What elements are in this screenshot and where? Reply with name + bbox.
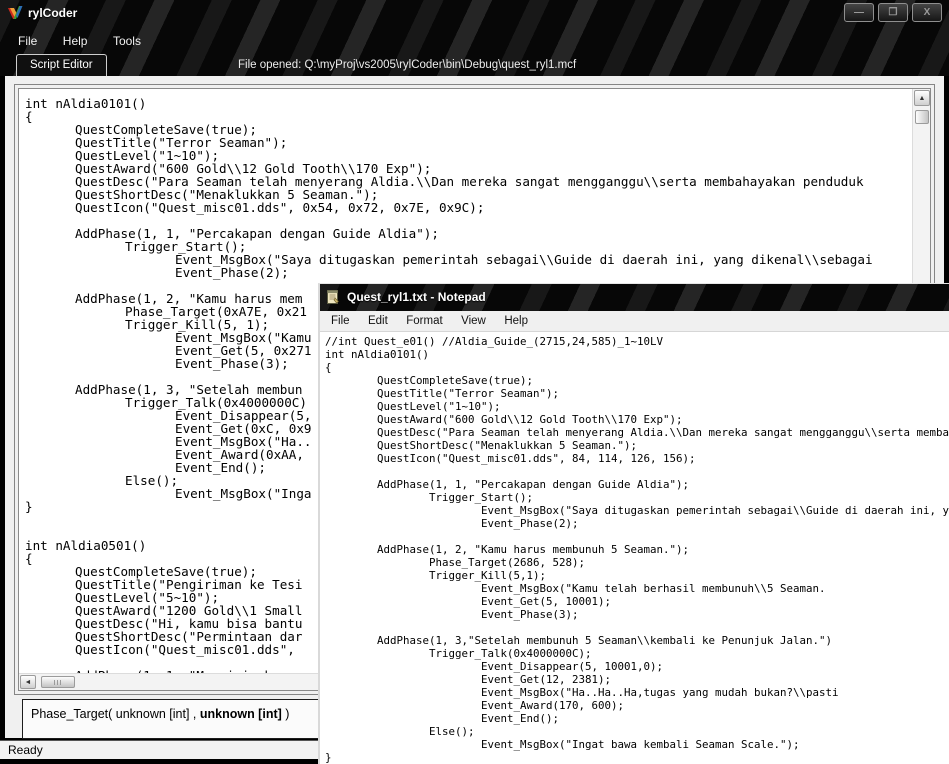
- tab-script-editor[interactable]: Script Editor: [16, 54, 107, 76]
- notepad-content-area: //int Quest_e01() //Aldia_Guide_(2715,24…: [322, 333, 949, 764]
- notepad-text[interactable]: //int Quest_e01() //Aldia_Guide_(2715,24…: [322, 333, 949, 764]
- titlebar[interactable]: rylCoder — ❐ X: [0, 0, 949, 27]
- minimize-button[interactable]: —: [844, 3, 874, 22]
- scroll-left-button[interactable]: ◄: [20, 675, 36, 689]
- phase-signature-suffix: ): [282, 707, 290, 721]
- notepad-menubar: File Edit Format View Help: [320, 311, 949, 332]
- main-window-chrome: rylCoder — ❐ X File Help Tools Script Ed…: [0, 0, 949, 76]
- phase-signature-prefix: Phase_Target( unknown [int] ,: [31, 707, 200, 721]
- app-window: rylCoder — ❐ X File Help Tools Script Ed…: [0, 0, 949, 764]
- notepad-title: Quest_ryl1.txt - Notepad: [347, 290, 486, 304]
- phase-signature-active-param: unknown [int]: [200, 707, 282, 721]
- notepad-menu-item-view[interactable]: View: [454, 311, 493, 327]
- notepad-menu-item-edit[interactable]: Edit: [361, 311, 395, 327]
- notepad-menu-item-format[interactable]: Format: [399, 311, 449, 327]
- h-scrollbar-thumb[interactable]: [41, 676, 75, 688]
- maximize-button[interactable]: ❐: [878, 3, 908, 22]
- notepad-icon: [325, 289, 341, 305]
- notepad-menu-item-file[interactable]: File: [324, 311, 357, 327]
- notepad-menu-item-help[interactable]: Help: [497, 311, 535, 327]
- close-button[interactable]: X: [912, 3, 942, 22]
- left-arrow-icon: ◄: [25, 679, 32, 686]
- menu-item-tools[interactable]: Tools: [113, 30, 141, 52]
- menubar: File Help Tools: [0, 30, 949, 52]
- menu-item-help[interactable]: Help: [63, 30, 88, 52]
- menu-item-file[interactable]: File: [18, 30, 37, 52]
- file-opened-label: File opened: Q:\myProj\vs2005\rylCoder\b…: [238, 59, 576, 71]
- up-arrow-icon: ▲: [919, 95, 926, 102]
- scroll-up-button[interactable]: ▲: [914, 90, 930, 106]
- window-title: rylCoder: [28, 6, 77, 20]
- window-controls: — ❐ X: [844, 3, 942, 22]
- rylcoder-logo-icon: [7, 5, 24, 22]
- tabstrip: Script Editor File opened: Q:\myProj\vs2…: [0, 52, 949, 76]
- status-text: Ready: [8, 743, 43, 757]
- notepad-window: Quest_ryl1.txt - Notepad File Edit Forma…: [318, 283, 949, 764]
- notepad-titlebar[interactable]: Quest_ryl1.txt - Notepad: [320, 284, 949, 311]
- v-scrollbar-thumb[interactable]: [915, 110, 929, 124]
